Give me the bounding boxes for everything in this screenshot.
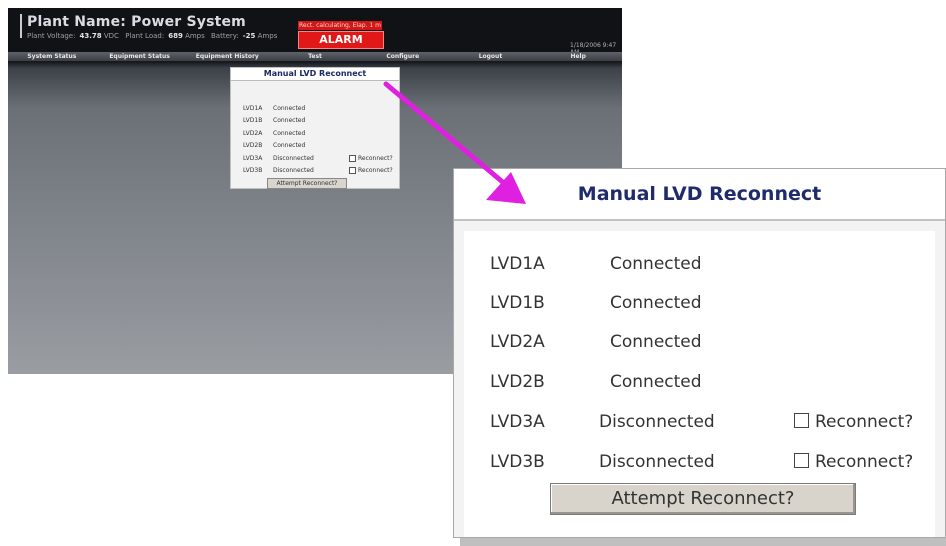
arrow-head: [486, 172, 526, 204]
arrow-shaft: [383, 81, 508, 187]
callout-arrow-icon: [383, 81, 526, 204]
